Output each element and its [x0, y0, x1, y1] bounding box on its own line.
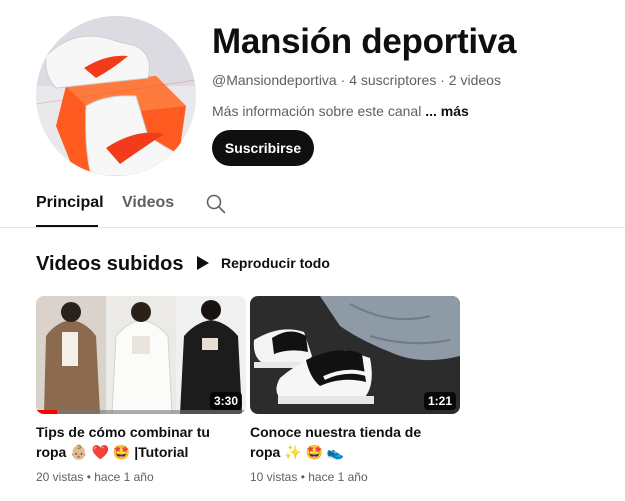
subscribe-button[interactable]: Suscribirse	[212, 130, 314, 166]
avatar-image	[36, 16, 196, 176]
video-meta: 10 vistas • hace 1 año	[250, 470, 368, 484]
meta-separator: ·	[336, 72, 350, 88]
watch-progress-bar	[36, 410, 57, 414]
channel-description-link[interactable]: Más información sobre este canal ... más	[212, 101, 612, 121]
channel-meta: @Mansiondeportiva · 4 suscriptores · 2 v…	[212, 70, 612, 90]
more-link[interactable]: ... más	[425, 103, 469, 119]
progress-track	[36, 410, 246, 414]
play-all-button[interactable]: Reproducir todo	[194, 250, 330, 276]
video-meta: 20 vistas • hace 1 año	[36, 470, 154, 484]
upload-age: hace 1 año	[94, 470, 154, 484]
upload-age: hace 1 año	[308, 470, 368, 484]
section-title: Videos subidos	[36, 253, 184, 275]
video-card[interactable]: 3:30 Tips de cómo combinar tu ropa 👶🏼 ❤️…	[36, 296, 246, 486]
channel-name: Mansión deportiva	[212, 22, 517, 61]
video-duration: 3:30	[209, 392, 242, 410]
video-duration: 1:21	[423, 392, 456, 410]
play-icon	[197, 256, 209, 270]
meta-separator: ·	[436, 72, 449, 88]
subscriber-count: 4 suscriptores	[349, 72, 437, 88]
view-count: 20 vistas	[36, 470, 84, 484]
video-count: 2 videos	[448, 72, 501, 88]
channel-handle: @Mansiondeportiva	[212, 72, 337, 88]
video-card[interactable]: 1:21 Conoce nuestra tienda de ropa ✨ 🤩 👟…	[250, 296, 460, 486]
video-thumbnail[interactable]: 1:21	[250, 296, 460, 414]
channel-tabs: Principal Videos	[0, 186, 625, 228]
tab-videos[interactable]: Videos	[122, 186, 174, 227]
video-title[interactable]: Conoce nuestra tienda de ropa ✨ 🤩 👟	[250, 422, 450, 462]
channel-description: Más información sobre este canal	[212, 103, 422, 119]
video-thumbnail[interactable]: 3:30	[36, 296, 246, 414]
video-title[interactable]: Tips de cómo combinar tu ropa 👶🏼 ❤️ 🤩 |T…	[36, 422, 236, 462]
search-icon[interactable]	[205, 193, 227, 215]
tab-principal[interactable]: Principal	[36, 186, 104, 227]
channel-avatar[interactable]	[36, 16, 196, 176]
play-all-label: Reproducir todo	[221, 255, 330, 271]
view-count: 10 vistas	[250, 470, 298, 484]
channel-info: Mansión deportiva @Mansiondeportiva · 4 …	[212, 18, 612, 121]
